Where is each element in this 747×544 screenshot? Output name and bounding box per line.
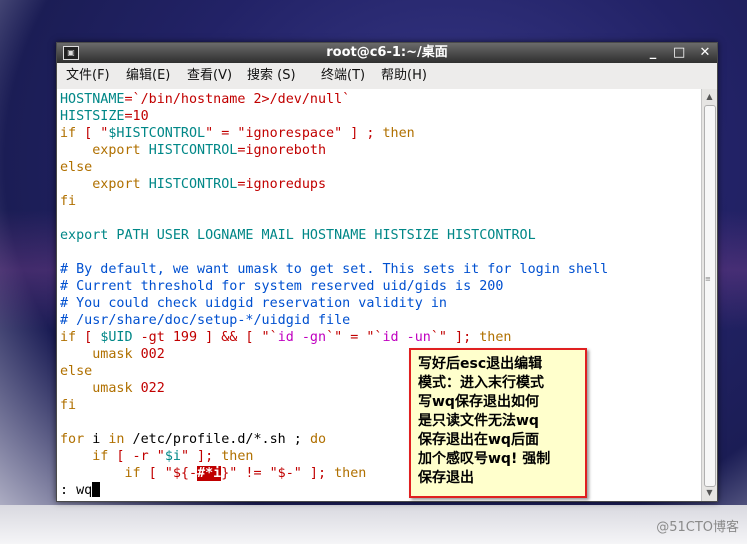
- callout-line: 写wq保存退出如何: [418, 394, 539, 410]
- code-line: else: [60, 364, 93, 379]
- code-line: umask 022: [60, 381, 165, 396]
- code-line: export HISTCONTROL=ignoreboth: [60, 143, 327, 158]
- comment-line: # By default, we want umask to get set. …: [60, 262, 609, 277]
- menu-help[interactable]: 帮助(H): [381, 63, 427, 89]
- scroll-down-arrow-icon[interactable]: ▼: [703, 487, 716, 499]
- callout-line: 加个感叹号wq! 强制: [418, 451, 551, 467]
- menu-edit[interactable]: 编辑(E): [126, 63, 170, 89]
- code-line: if [ "$HISTCONTROL" = "ignorespace" ] ; …: [60, 126, 415, 141]
- menu-terminal[interactable]: 终端(T): [321, 63, 365, 89]
- callout-line: 模式：进入末行模式: [418, 375, 544, 391]
- scrollbar-thumb[interactable]: [704, 105, 716, 487]
- callout-line: 保存退出在wq后面: [418, 432, 539, 448]
- code-line: export PATH USER LOGNAME MAIL HOSTNAME H…: [60, 228, 536, 243]
- scrollbar-grip-icon: ≡: [705, 275, 711, 283]
- menu-view[interactable]: 查看(V): [187, 63, 232, 89]
- menu-search[interactable]: 搜索 (S): [247, 63, 296, 89]
- comment-line: # /usr/share/doc/setup-*/uidgid file: [60, 313, 351, 328]
- command-line[interactable]: : wq: [60, 482, 101, 499]
- callout-line: 写好后esc退出编辑: [418, 356, 543, 372]
- terminal-window: ▣ root@c6-1:~/桌面 _ □ ✕ 文件(F) 编辑(E) 查看(V)…: [56, 42, 718, 502]
- watermark: @51CTO博客: [656, 520, 739, 535]
- minimize-button[interactable]: _: [647, 43, 659, 63]
- code-line: else: [60, 160, 93, 175]
- code-line: if [ $UID -gt 199 ] && [ "`id -gn`" = "`…: [60, 330, 512, 345]
- terminal-icon: ▣: [63, 46, 79, 60]
- search-highlight: #*i: [197, 466, 222, 481]
- callout-line: 保存退出: [418, 470, 474, 486]
- desktop-bottom-panel: [0, 505, 747, 544]
- code-line: fi: [60, 194, 77, 209]
- maximize-button[interactable]: □: [673, 43, 685, 63]
- code-line: if [ -r "$i" ]; then: [60, 449, 254, 464]
- scroll-up-arrow-icon[interactable]: ▲: [703, 91, 716, 103]
- menu-file[interactable]: 文件(F): [66, 63, 110, 89]
- terminal-text-area[interactable]: HOSTNAME=`/bin/hostname 2>/dev/null` HIS…: [57, 89, 701, 501]
- close-button[interactable]: ✕: [699, 43, 711, 63]
- vertical-scrollbar[interactable]: ▲ ≡ ▼: [701, 89, 717, 501]
- comment-line: # You could check uidgid reservation val…: [60, 296, 447, 311]
- code-line: export HISTCONTROL=ignoredups: [60, 177, 327, 192]
- annotation-callout: 写好后esc退出编辑 模式：进入末行模式 写wq保存退出如何 是只读文件无法wq…: [409, 348, 587, 498]
- comment-line: # Current threshold for system reserved …: [60, 279, 504, 294]
- code-line: if [ "${-#*i}" != "$-" ]; then: [60, 466, 367, 481]
- window-title: root@c6-1:~/桌面: [326, 45, 448, 60]
- text-cursor: [92, 482, 101, 497]
- vim-command: : wq: [60, 483, 93, 498]
- code-line: umask 002: [60, 347, 165, 362]
- code-line: for i in /etc/profile.d/*.sh ; do: [60, 432, 327, 447]
- menu-bar: 文件(F) 编辑(E) 查看(V) 搜索 (S) 终端(T) 帮助(H): [57, 63, 717, 89]
- callout-line: 是只读文件无法wq: [418, 413, 539, 429]
- window-controls: _ □ ✕: [647, 43, 711, 63]
- title-bar[interactable]: ▣ root@c6-1:~/桌面 _ □ ✕: [57, 43, 717, 63]
- code-line: HISTSIZE=10: [60, 109, 149, 124]
- code-line: HOSTNAME=`/bin/hostname 2>/dev/null`: [60, 92, 351, 107]
- code-line: fi: [60, 398, 77, 413]
